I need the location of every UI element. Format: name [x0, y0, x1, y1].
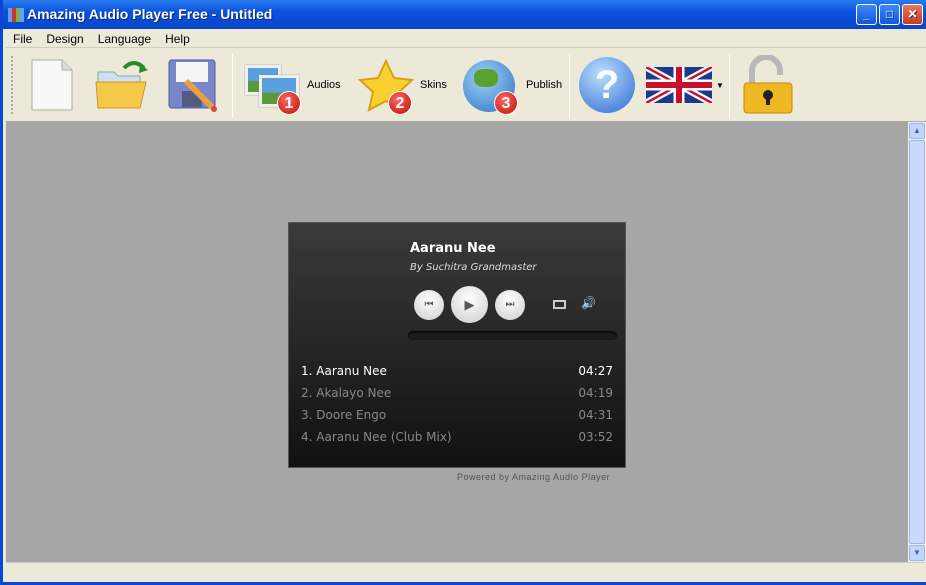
- language-dropdown[interactable]: ▼: [646, 54, 724, 116]
- step-badge: 3: [494, 91, 518, 115]
- next-button[interactable]: ⏭: [495, 290, 525, 320]
- help-button[interactable]: ?: [579, 54, 635, 116]
- track-name: 4. Aaranu Nee (Club Mix): [301, 430, 452, 444]
- save-button[interactable]: [166, 54, 222, 116]
- publish-button[interactable]: 3 Publish: [460, 54, 562, 116]
- menu-file[interactable]: File: [6, 29, 39, 49]
- app-icon: [8, 8, 24, 22]
- track-name: 3. Doore Engo: [301, 408, 387, 422]
- star-icon: 2: [356, 57, 416, 115]
- track-name: 2. Akalayo Nee: [301, 386, 392, 400]
- open-folder-icon: [95, 61, 148, 109]
- playlist-item[interactable]: 1. Aaranu Nee 04:27: [301, 364, 613, 378]
- menu-bar: File Design Language Help: [6, 29, 926, 48]
- title-bar: Amazing Audio Player Free - Untitled _ □…: [3, 0, 926, 29]
- powered-by-text: Powered by Amazing Audio Player: [457, 472, 611, 482]
- uk-flag-icon: [646, 67, 712, 103]
- publish-label: Publish: [526, 79, 563, 91]
- play-button[interactable]: ▶: [451, 286, 488, 323]
- globe-icon: 3: [460, 57, 522, 115]
- toolbar-separator: [232, 54, 233, 118]
- track-duration: 04:27: [578, 364, 613, 378]
- track-duration: 04:31: [578, 408, 613, 422]
- dropdown-arrow-icon: ▼: [716, 80, 724, 90]
- step-badge: 1: [277, 91, 301, 115]
- loop-icon[interactable]: [553, 300, 566, 309]
- previous-icon: ⏮: [424, 299, 434, 310]
- menu-help[interactable]: Help: [158, 29, 197, 49]
- toolbar-separator: [729, 54, 730, 118]
- step-badge: 2: [388, 91, 412, 115]
- previous-button[interactable]: ⏮: [414, 290, 444, 320]
- scroll-thumb[interactable]: [909, 140, 925, 544]
- scroll-up-button[interactable]: ▲: [909, 123, 925, 139]
- toolbar: 1 Audios 2 Skins 3 Publish ? ▼: [6, 48, 926, 122]
- minimize-button[interactable]: _: [856, 4, 877, 25]
- open-button[interactable]: [94, 54, 150, 116]
- playlist-item[interactable]: 3. Doore Engo 04:31: [301, 408, 613, 422]
- app-window: Amazing Audio Player Free - Untitled _ □…: [0, 0, 926, 585]
- vertical-scrollbar[interactable]: ▲ ▼: [908, 122, 926, 562]
- maximize-button[interactable]: □: [879, 4, 900, 25]
- play-icon: ▶: [464, 297, 475, 312]
- skins-label: Skins: [420, 79, 447, 91]
- save-icon: [168, 59, 217, 112]
- next-icon: ⏭: [505, 299, 515, 310]
- close-button[interactable]: ✕: [902, 4, 923, 25]
- audios-label: Audios: [307, 79, 341, 91]
- track-duration: 04:19: [578, 386, 613, 400]
- skins-button[interactable]: 2 Skins: [356, 54, 447, 116]
- toolbar-grip[interactable]: [11, 56, 13, 114]
- new-button[interactable]: [30, 54, 74, 116]
- playlist-item[interactable]: 4. Aaranu Nee (Club Mix) 03:52: [301, 430, 613, 444]
- track-duration: 03:52: [578, 430, 613, 444]
- progress-bar[interactable]: [408, 331, 617, 340]
- scroll-down-button[interactable]: ▼: [909, 545, 925, 561]
- unlock-icon: [743, 55, 793, 114]
- window-title: Amazing Audio Player Free - Untitled: [27, 6, 273, 22]
- track-title: Aaranu Nee: [410, 241, 496, 256]
- menu-design[interactable]: Design: [39, 29, 90, 49]
- status-bar: [6, 562, 926, 582]
- help-icon: ?: [579, 57, 635, 113]
- new-document-icon: [31, 59, 73, 111]
- volume-icon[interactable]: 🔊: [581, 296, 596, 310]
- track-artist: By Suchitra Grandmaster: [410, 262, 537, 273]
- playlist-item[interactable]: 2. Akalayo Nee 04:19: [301, 386, 613, 400]
- track-name: 1. Aaranu Nee: [301, 364, 387, 378]
- toolbar-separator: [569, 54, 570, 118]
- audio-player-preview: Aaranu Nee By Suchitra Grandmaster ⏮ ▶ ⏭…: [288, 222, 626, 468]
- menu-language[interactable]: Language: [91, 29, 158, 49]
- lock-button[interactable]: [742, 54, 794, 116]
- audios-button[interactable]: 1 Audios: [243, 54, 341, 116]
- images-icon: 1: [243, 57, 303, 115]
